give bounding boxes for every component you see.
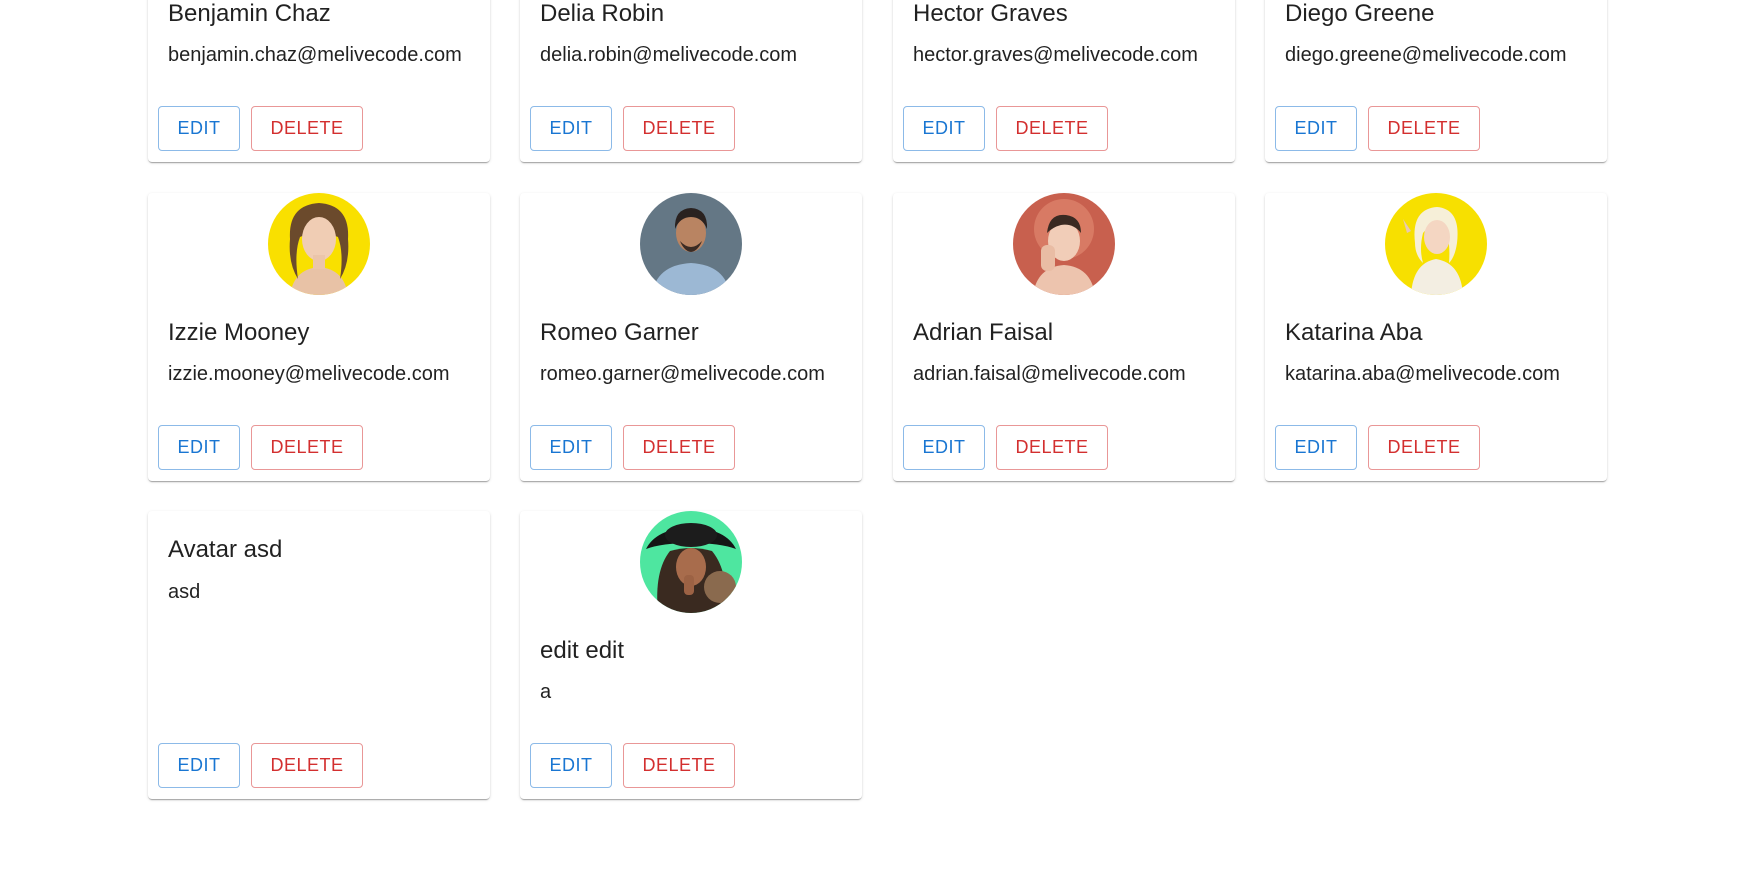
user-card: Adrian Faisal adrian.faisal@melivecode.c… (893, 193, 1235, 481)
user-name: Delia Robin (540, 0, 665, 27)
user-card: Romeo Garner romeo.garner@melivecode.com… (520, 193, 862, 481)
user-card: Delia Robin delia.robin@melivecode.com E… (520, 0, 862, 162)
edit-button[interactable]: EDIT (158, 425, 240, 470)
delete-button[interactable]: DELETE (1368, 106, 1480, 151)
edit-button[interactable]: EDIT (903, 106, 985, 151)
user-email: diego.greene@melivecode.com (1285, 44, 1567, 66)
delete-button[interactable]: DELETE (996, 106, 1108, 151)
user-name: Izzie Mooney (168, 319, 310, 346)
avatar (1385, 193, 1487, 295)
user-email: romeo.garner@melivecode.com (540, 363, 825, 385)
edit-button[interactable]: EDIT (158, 743, 240, 788)
user-email: hector.graves@melivecode.com (913, 44, 1198, 66)
delete-button[interactable]: DELETE (251, 106, 363, 151)
delete-button[interactable]: DELETE (623, 743, 735, 788)
edit-button[interactable]: EDIT (1275, 106, 1357, 151)
user-email: izzie.mooney@melivecode.com (168, 363, 450, 385)
edit-button[interactable]: EDIT (903, 425, 985, 470)
user-email: adrian.faisal@melivecode.com (913, 363, 1186, 385)
delete-button[interactable]: DELETE (996, 425, 1108, 470)
delete-button[interactable]: DELETE (623, 106, 735, 151)
delete-button[interactable]: DELETE (251, 425, 363, 470)
edit-button[interactable]: EDIT (530, 743, 612, 788)
user-card: edit edit a EDIT DELETE (520, 511, 862, 799)
user-card: Diego Greene diego.greene@melivecode.com… (1265, 0, 1607, 162)
edit-button[interactable]: EDIT (530, 425, 612, 470)
delete-button[interactable]: DELETE (251, 743, 363, 788)
user-name: Diego Greene (1285, 0, 1435, 27)
edit-button[interactable]: EDIT (158, 106, 240, 151)
user-email: benjamin.chaz@melivecode.com (168, 44, 462, 66)
delete-button[interactable]: DELETE (623, 425, 735, 470)
user-name: Benjamin Chaz (168, 0, 331, 27)
avatar (640, 511, 742, 613)
user-name: Katarina Aba (1285, 319, 1423, 346)
user-name: Adrian Faisal (913, 319, 1054, 346)
user-email: a (540, 681, 552, 703)
edit-button[interactable]: EDIT (530, 106, 612, 151)
user-email: katarina.aba@melivecode.com (1285, 363, 1560, 385)
user-name: Romeo Garner (540, 319, 699, 346)
user-card: Benjamin Chaz benjamin.chaz@melivecode.c… (148, 0, 490, 162)
user-name: edit edit (540, 637, 625, 664)
avatar (1013, 193, 1115, 295)
user-card: Katarina Aba katarina.aba@melivecode.com… (1265, 193, 1607, 481)
avatar (640, 193, 742, 295)
delete-button[interactable]: DELETE (1368, 425, 1480, 470)
edit-button[interactable]: EDIT (1275, 425, 1357, 470)
user-name: Hector Graves (913, 0, 1068, 27)
user-name: Avatar asd (168, 536, 283, 563)
user-card: Avatar asd asd EDIT DELETE (148, 511, 490, 799)
user-card: Hector Graves hector.graves@melivecode.c… (893, 0, 1235, 162)
avatar (268, 193, 370, 295)
user-email: delia.robin@melivecode.com (540, 44, 798, 66)
user-email: asd (168, 581, 201, 603)
user-card: Izzie Mooney izzie.mooney@melivecode.com… (148, 193, 490, 481)
